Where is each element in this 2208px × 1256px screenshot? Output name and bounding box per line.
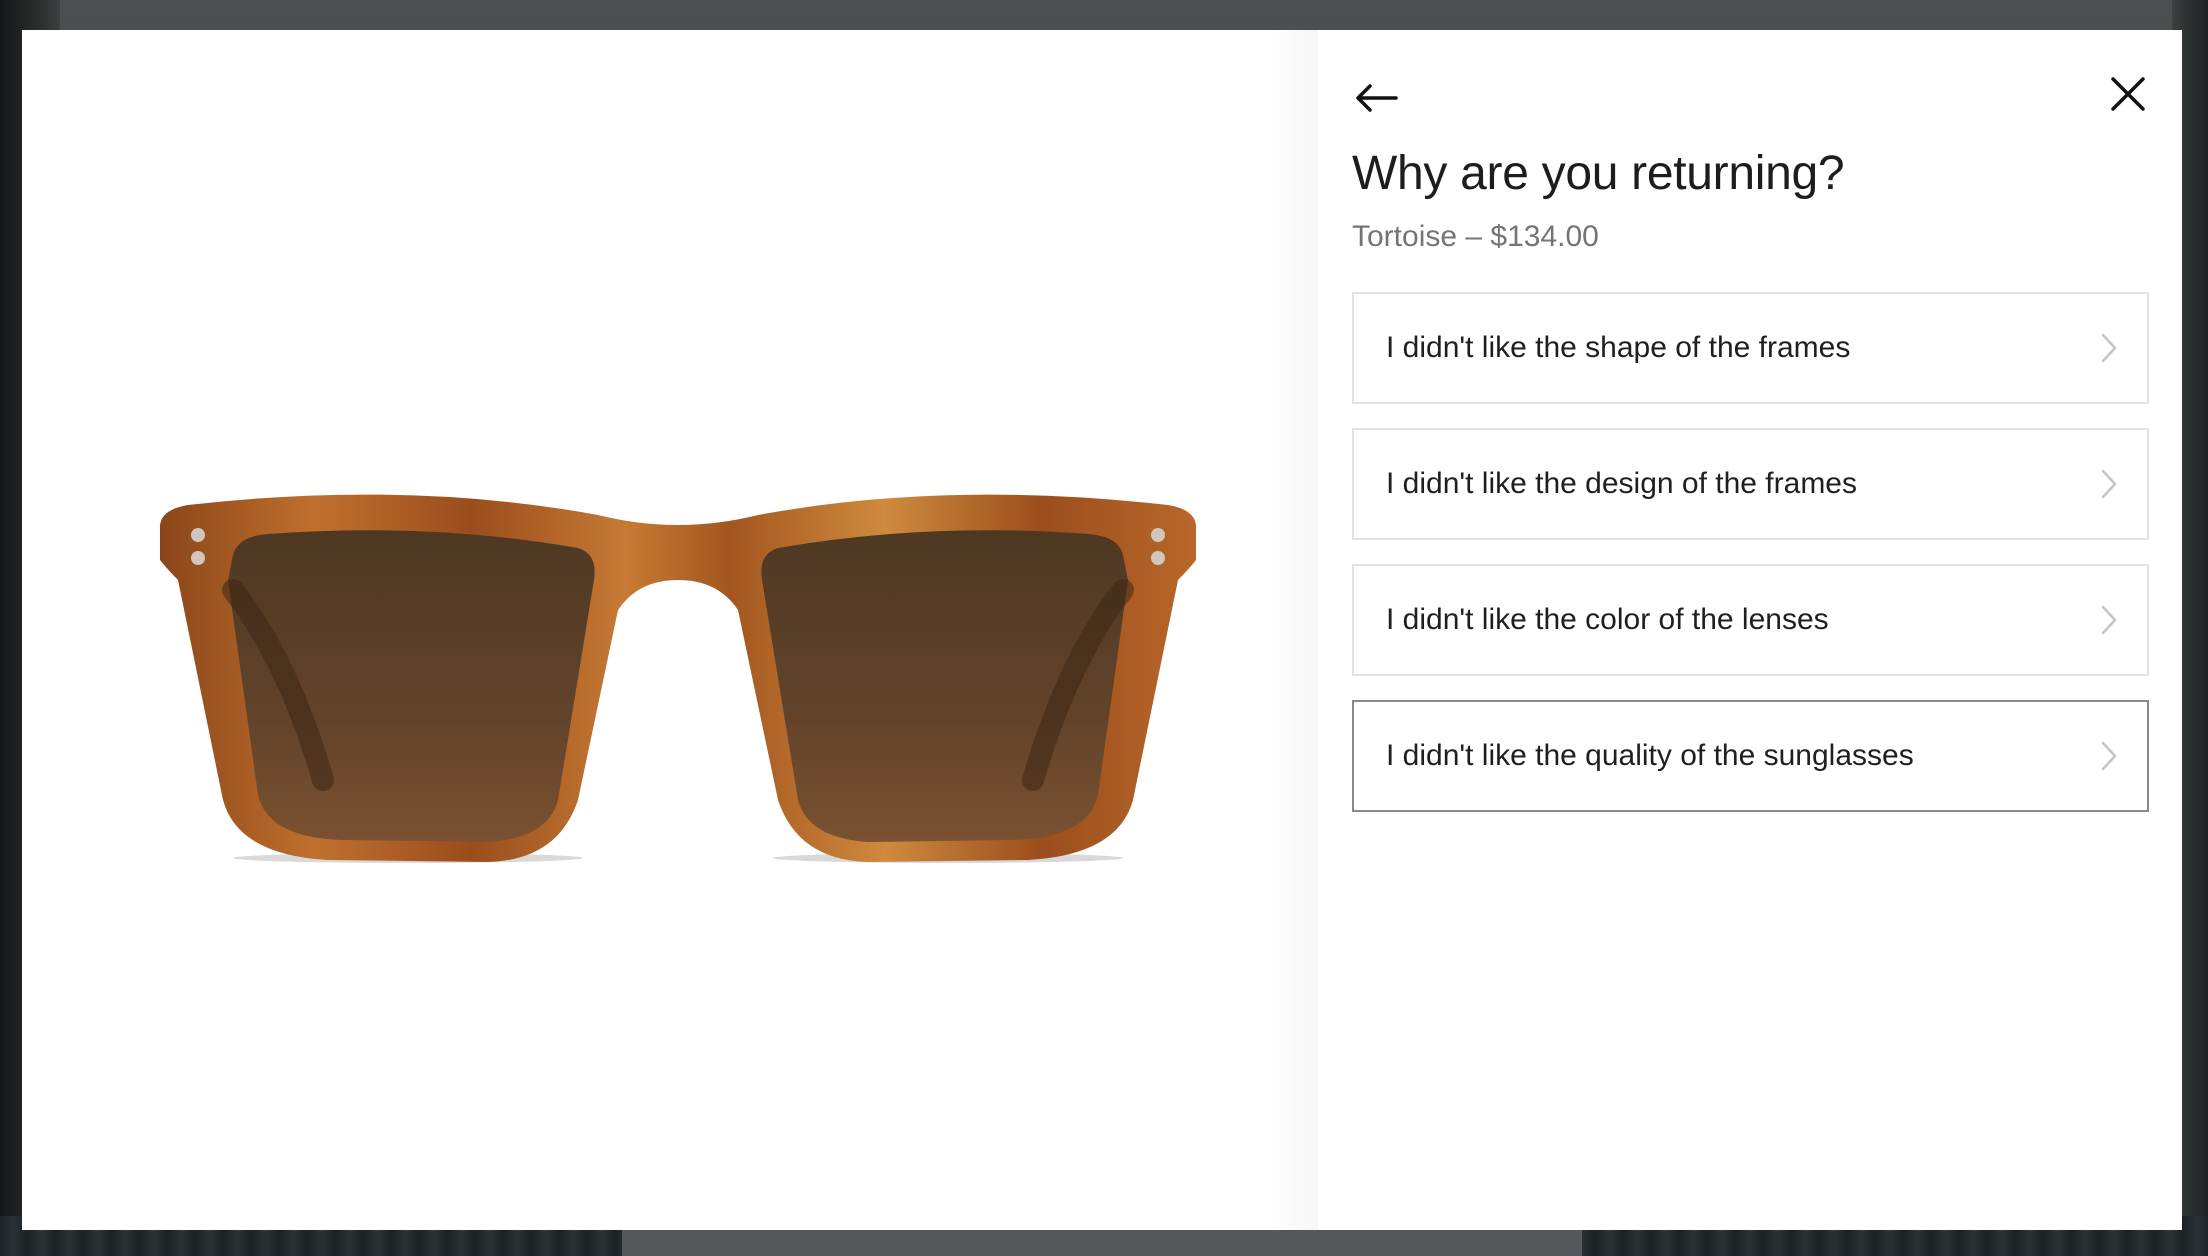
chevron-right-icon — [2097, 739, 2121, 773]
reason-option-quality[interactable]: I didn't like the quality of the sunglas… — [1352, 700, 2149, 812]
back-button[interactable] — [1348, 70, 1404, 126]
arrow-left-icon — [1356, 84, 1398, 112]
reason-option-label: I didn't like the shape of the frames — [1386, 331, 1851, 364]
return-reason-modal: Why are you returning? Tortoise – $134.0… — [22, 30, 2182, 1230]
chevron-right-icon — [2097, 331, 2121, 365]
rivet — [1151, 551, 1165, 565]
reason-option-lens-color[interactable]: I didn't like the color of the lenses — [1352, 564, 2149, 676]
reason-option-label: I didn't like the quality of the sunglas… — [1386, 739, 1914, 772]
return-reason-list: I didn't like the shape of the frames I … — [1352, 292, 2149, 836]
background-bottom-bar — [622, 1228, 1582, 1256]
close-button[interactable] — [2100, 66, 2156, 122]
return-reason-panel: Why are you returning? Tortoise – $134.0… — [1318, 30, 2182, 1230]
close-icon — [2111, 77, 2145, 111]
page-title: Why are you returning? — [1352, 147, 1845, 200]
reason-option-label: I didn't like the color of the lenses — [1386, 603, 1829, 636]
reason-option-label: I didn't like the design of the frames — [1386, 467, 1857, 500]
image-pane-edge-shadow — [1268, 30, 1318, 1230]
product-image-sunglasses — [159, 494, 1197, 863]
product-image-pane — [22, 30, 1318, 1230]
rivet — [191, 551, 205, 565]
chevron-right-icon — [2097, 467, 2121, 501]
rivet — [191, 528, 205, 542]
product-variant-price: Tortoise – $134.00 — [1352, 220, 1599, 253]
rivet — [1151, 528, 1165, 542]
chevron-right-icon — [2097, 603, 2121, 637]
reason-option-shape[interactable]: I didn't like the shape of the frames — [1352, 292, 2149, 404]
reason-option-design[interactable]: I didn't like the design of the frames — [1352, 428, 2149, 540]
